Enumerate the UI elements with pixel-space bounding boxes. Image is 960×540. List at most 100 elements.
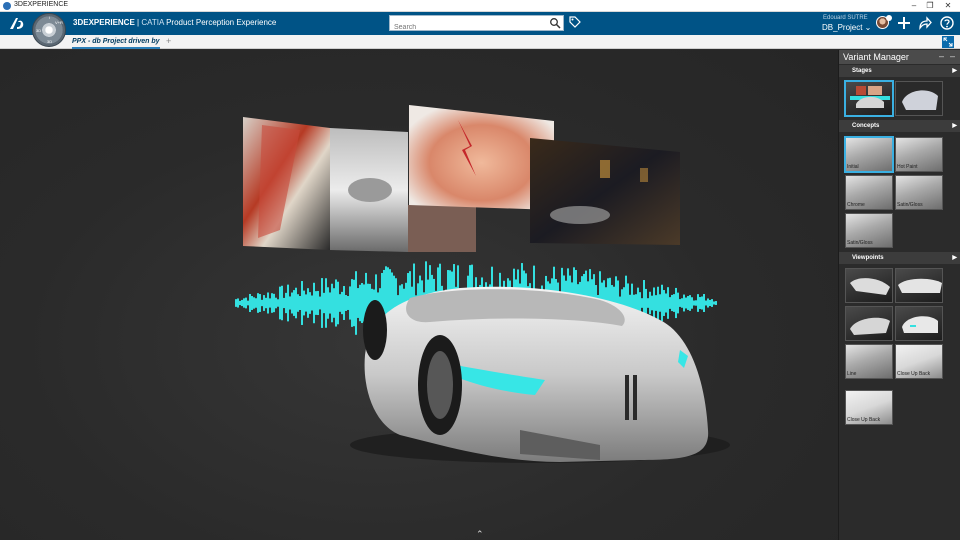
concept-caption: Initial xyxy=(847,164,859,170)
waveform-bar xyxy=(301,281,303,325)
concept-thumbnail-satin-1[interactable]: Satin/Gloss xyxy=(895,175,943,210)
search-field[interactable] xyxy=(389,15,564,35)
waveform-bar xyxy=(333,288,335,318)
viewpoint-thumbnail-close-up-back-2[interactable]: Close Up Back xyxy=(845,390,893,425)
waveform-bar xyxy=(709,299,711,307)
waveform-bar xyxy=(677,292,679,314)
play-icon[interactable]: ▶ xyxy=(952,254,957,261)
share-icon[interactable] xyxy=(918,16,932,30)
minimize-button[interactable]: – xyxy=(906,0,922,12)
waveform-bar xyxy=(343,286,345,320)
section-stages[interactable]: Stages ▶ xyxy=(839,65,960,77)
waveform-bar xyxy=(303,290,305,316)
concept-thumbnail-chrome[interactable]: Chrome xyxy=(845,175,893,210)
viewpoint-thumbnail-4[interactable] xyxy=(895,306,943,341)
waveform-bar xyxy=(295,287,297,319)
waveform-bar xyxy=(355,271,357,335)
viewpoint-caption: Close Up Back xyxy=(847,417,881,423)
brand-3dexperience: 3DEXPERIENCE xyxy=(73,18,135,27)
waveform-bar xyxy=(337,281,339,325)
waveform-bar xyxy=(297,294,299,312)
waveform-bar xyxy=(271,293,273,313)
waveform-bar xyxy=(249,293,251,313)
waveform-bar xyxy=(321,278,323,328)
panel-close-button[interactable]: – xyxy=(950,51,955,61)
waveform-bar xyxy=(313,282,315,324)
3d-viewport[interactable] xyxy=(0,50,838,540)
stage-thumbnail-2[interactable] xyxy=(895,81,943,116)
waveform-bar xyxy=(305,294,307,312)
viewpoint-thumbnail-line[interactable]: Line xyxy=(845,344,893,379)
waveform-bar xyxy=(681,298,683,308)
waveform-bar xyxy=(691,297,693,309)
tag-icon[interactable] xyxy=(569,16,581,28)
fullscreen-icon[interactable] xyxy=(942,36,954,48)
section-stages-label: Stages xyxy=(852,68,872,74)
waveform-bar xyxy=(359,284,361,322)
help-icon[interactable] xyxy=(940,16,954,30)
viewpoint-thumbnail-close-up-back-1[interactable]: Close Up Back xyxy=(895,344,943,379)
concept-thumbnail-initial[interactable]: Initial xyxy=(845,137,893,172)
waveform-bar xyxy=(689,295,691,311)
waveform-bar xyxy=(665,293,667,313)
tab-ppx-project[interactable]: PPX - db Project driven by xyxy=(72,35,160,49)
viewpoint-thumbnail-2[interactable] xyxy=(895,268,943,303)
stage-thumbnail-1[interactable] xyxy=(845,81,893,116)
user-name: Edouard SUTRE xyxy=(823,15,868,21)
waveform-bar xyxy=(357,288,359,318)
section-concepts[interactable]: Concepts ▶ xyxy=(839,120,960,132)
waveform-bar xyxy=(341,291,343,315)
section-viewpoints[interactable]: Viewpoints ▶ xyxy=(839,252,960,264)
waveform-bar xyxy=(345,295,347,311)
maximize-button[interactable]: ❐ xyxy=(922,0,938,12)
play-icon[interactable]: ▶ xyxy=(952,67,957,74)
panel-title: Variant Manager – – xyxy=(839,50,960,64)
close-button[interactable]: ✕ xyxy=(940,0,956,12)
waveform-bar xyxy=(713,301,715,305)
waveform-bar xyxy=(673,294,675,312)
plus-icon[interactable] xyxy=(897,16,911,30)
dassault-logo-icon[interactable] xyxy=(8,15,26,32)
waveform-bar xyxy=(315,291,317,315)
compass-widget[interactable]: 3D V+R i 3D xyxy=(32,13,66,47)
notification-badge xyxy=(886,15,892,21)
brand-title: 3DEXPERIENCE | CATIA Product Perception … xyxy=(73,18,276,27)
waveform-bar xyxy=(707,298,709,308)
waveform-bar xyxy=(307,288,309,318)
panel-minimize-button[interactable]: – xyxy=(939,51,944,61)
waveform-bar xyxy=(335,279,337,327)
viewpoint-thumbnail-1[interactable] xyxy=(845,268,893,303)
waveform-bar xyxy=(331,283,333,323)
search-input[interactable] xyxy=(390,20,540,35)
waveform-bar xyxy=(279,286,281,320)
car-wheel-rear xyxy=(363,300,387,360)
app-logo-icon xyxy=(3,2,11,10)
search-icon[interactable] xyxy=(549,17,561,29)
project-selector[interactable]: DB_Project ⌄ xyxy=(822,23,871,32)
moodboard-street-light-2 xyxy=(640,168,648,182)
car-grille-right xyxy=(633,375,637,420)
concept-thumbnail-hot-paint[interactable]: Hot Paint xyxy=(895,137,943,172)
moodboard-image-portrait-lower[interactable] xyxy=(408,200,476,252)
waveform-bar xyxy=(687,296,689,310)
waveform-bar xyxy=(287,284,289,322)
waveform-bar xyxy=(703,294,705,312)
viewpoint-4-preview xyxy=(902,316,938,333)
play-icon[interactable]: ▶ xyxy=(952,122,957,129)
add-tab-button[interactable]: + xyxy=(166,36,171,46)
viewpoint-2-preview xyxy=(898,278,942,293)
moodboard-image-street[interactable] xyxy=(530,138,680,245)
waveform-bar xyxy=(647,298,649,308)
concept-thumbnail-satin-2[interactable]: Satin/Gloss xyxy=(845,213,893,248)
waveform-bar xyxy=(273,293,275,313)
viewport-expand-button[interactable]: ⌃ xyxy=(476,529,484,540)
moodboard xyxy=(243,105,680,252)
concept-car-model[interactable] xyxy=(350,286,730,463)
waveform-bar xyxy=(715,301,717,305)
waveform-bar xyxy=(289,296,291,310)
viewpoint-1-preview xyxy=(850,278,890,295)
viewpoint-thumbnail-3[interactable] xyxy=(845,306,893,341)
waveform-bar xyxy=(285,292,287,314)
scene-canvas xyxy=(235,105,730,463)
waveform-bar xyxy=(353,279,355,327)
